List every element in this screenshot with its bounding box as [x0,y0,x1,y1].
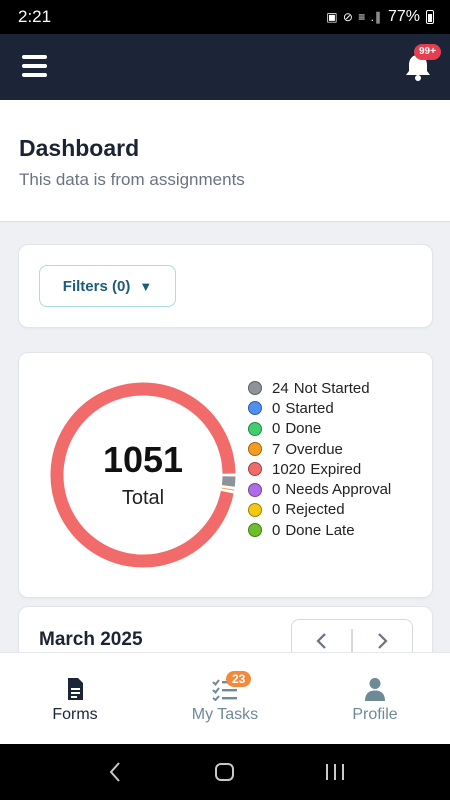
status-icons: ▣ ⊘ ≡ .∥ [326,10,382,24]
legend-count: 0 [272,420,281,438]
back-button[interactable] [95,752,135,792]
system-navigation-bar [0,744,450,800]
legend-label: Overdue [285,440,343,458]
tab-profile-label: Profile [352,706,398,723]
legend-count: 0 [272,521,281,539]
legend-count: 0 [272,501,281,519]
legend-label: Started [285,399,334,417]
legend-dot [248,462,262,477]
back-icon [109,762,120,782]
legend-item-expired: 1020 Expired [248,459,433,479]
person-icon [365,678,385,701]
legend-dot [248,381,262,396]
legend-dot [248,523,262,538]
bottom-navigation: Forms 23 My Tasks Profile [0,652,450,744]
recent-apps-icon [326,764,344,780]
page-title: Dashboard [19,135,140,161]
legend-item-done-late: 0 Done Late [248,520,433,540]
legend-label: Needs Approval [285,481,392,499]
legend-item-started: 0 Started [248,398,433,418]
legend-label: Not Started [293,379,370,397]
legend-label: Expired [310,460,362,478]
filters-card: Filters (0) ▼ [18,244,433,328]
battery-level: 77% [387,8,420,25]
legend-count: 7 [272,440,281,458]
tab-profile[interactable]: Profile [300,653,450,744]
caret-down-icon: ▼ [139,278,153,294]
total-label: Total [121,487,165,509]
notification-badge: 99+ [414,44,441,60]
tab-forms-label: Forms [52,706,98,723]
status-legend: 24 Not Started 0 Started 0 Done 7 Overdue 1020 Ex… [248,378,433,540]
legend-item-overdue: 7 Overdue [248,439,433,459]
status-time: 2:21 [18,7,52,26]
assignment-summary-card: 1051 Total 24 Not Started 0 Started 0 Done 7 Ov… [18,352,433,598]
chevron-right-icon [378,633,388,649]
legend-item-not-started: 24 Not Started [248,378,433,398]
home-button[interactable] [205,752,245,792]
tab-my-tasks-label: My Tasks [191,706,259,723]
legend-dot [248,502,262,517]
tab-forms[interactable]: Forms [0,653,150,744]
chevron-left-icon [316,633,326,649]
legend-count: 24 [272,379,289,397]
legend-label: Rejected [285,501,345,519]
legend-dot [248,421,262,436]
legend-item-rejected: 0 Rejected [248,500,433,520]
home-icon [215,763,234,781]
battery-icon [426,10,434,24]
filters-button[interactable]: Filters (0) ▼ [39,265,176,307]
legend-count: 0 [272,481,281,499]
recent-apps-button[interactable] [315,752,355,792]
legend-item-done: 0 Done [248,419,433,439]
menu-icon[interactable] [22,55,48,77]
legend-label: Done [285,420,322,438]
filters-label: Filters (0) [62,277,131,295]
tab-my-tasks[interactable]: 23 My Tasks [150,653,300,744]
legend-count: 0 [272,399,281,417]
legend-count: 1020 [272,460,306,478]
legend-label: Done Late [285,521,355,539]
legend-dot [248,442,262,457]
month-title: March 2025 [39,629,143,650]
status-bar: 2:21 ▣ ⊘ ≡ .∥ 77% [0,0,450,34]
page-subtitle: This data is from assignments [19,170,245,189]
legend-item-needs-approval: 0 Needs Approval [248,479,433,499]
legend-dot [248,482,262,497]
status-icons-group: ▣ ⊘ ≡ .∥ 77% [326,8,434,26]
legend-dot [248,401,262,416]
page-header: Dashboard This data is from assignments [0,100,450,222]
total-count: 1051 [102,439,184,480]
document-icon [68,678,83,700]
app-bar [0,34,450,100]
tasks-count-badge: 23 [226,671,252,687]
